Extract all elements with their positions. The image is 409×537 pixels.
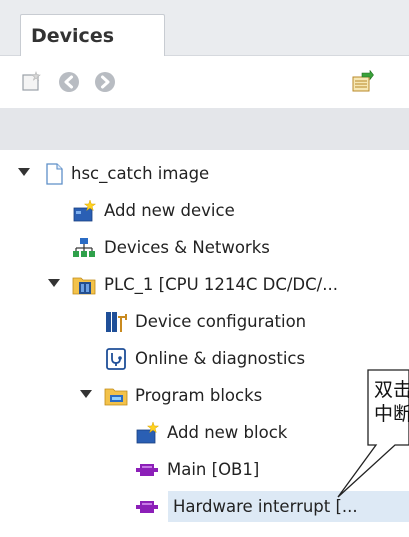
add-block-icon: [135, 421, 160, 445]
tree-item-label: Devices & Networks: [104, 238, 270, 257]
tree-item-label: Online & diagnostics: [135, 349, 306, 368]
tree-item-online-diagnostics[interactable]: Online & diagnostics: [0, 341, 409, 375]
ob-block-icon: [135, 458, 159, 482]
tree-item-hardware-interrupt[interactable]: Hardware interrupt [...: [0, 489, 409, 523]
tree-item-label: PLC_1 [CPU 1214C DC/DC/...: [104, 275, 338, 294]
export-icon[interactable]: [350, 69, 374, 94]
back-icon[interactable]: [57, 70, 81, 94]
tree-item-program-blocks[interactable]: Program blocks: [0, 378, 409, 412]
tree-item-devices-networks[interactable]: Devices & Networks: [0, 230, 409, 264]
tree-item-project[interactable]: hsc_catch image: [0, 156, 409, 190]
tree-item-label: Main [OB1]: [167, 460, 260, 479]
callout-line-1: 双击: [374, 379, 409, 401]
tree-item-label: Add new device: [104, 201, 235, 220]
tab-devices[interactable]: Devices: [20, 14, 165, 57]
new-item-icon[interactable]: [20, 70, 44, 94]
network-icon: [72, 236, 96, 260]
project-tree: hsc_catch image Add new device Devices &…: [0, 150, 409, 537]
plc-folder-icon: [72, 273, 96, 297]
tree-item-main-ob1[interactable]: Main [OB1]: [0, 452, 409, 486]
tree-item-label: Hardware interrupt [...: [173, 497, 358, 516]
panel-tab-bar: Devices: [0, 0, 409, 57]
tree-item-label: Add new block: [167, 423, 288, 442]
tree-item-label: Device configuration: [135, 312, 307, 331]
callout-line-2: 中断: [374, 403, 409, 425]
tab-devices-label: Devices: [31, 25, 115, 47]
expand-arrow-icon[interactable]: [80, 390, 92, 398]
expand-arrow-icon[interactable]: [18, 168, 30, 176]
panel-header-strip: [0, 108, 409, 150]
forward-icon[interactable]: [93, 70, 117, 94]
callout-text: 双击 中断: [374, 378, 409, 426]
tree-item-add-block[interactable]: Add new block: [0, 415, 409, 449]
project-file-icon: [42, 162, 66, 186]
tree-item-label: hsc_catch image: [71, 164, 210, 183]
device-config-icon: [104, 310, 128, 334]
ob-block-icon: [135, 495, 159, 519]
diagnostics-icon: [104, 347, 128, 371]
tree-item-add-device[interactable]: Add new device: [0, 193, 409, 227]
toolbar: [0, 56, 409, 108]
tree-item-label: Program blocks: [135, 386, 263, 405]
expand-arrow-icon[interactable]: [48, 279, 60, 287]
tree-item-plc[interactable]: PLC_1 [CPU 1214C DC/DC/...: [0, 267, 409, 301]
add-device-icon: [72, 199, 97, 223]
program-blocks-folder-icon: [104, 384, 128, 408]
tree-item-device-configuration[interactable]: Device configuration: [0, 304, 409, 338]
